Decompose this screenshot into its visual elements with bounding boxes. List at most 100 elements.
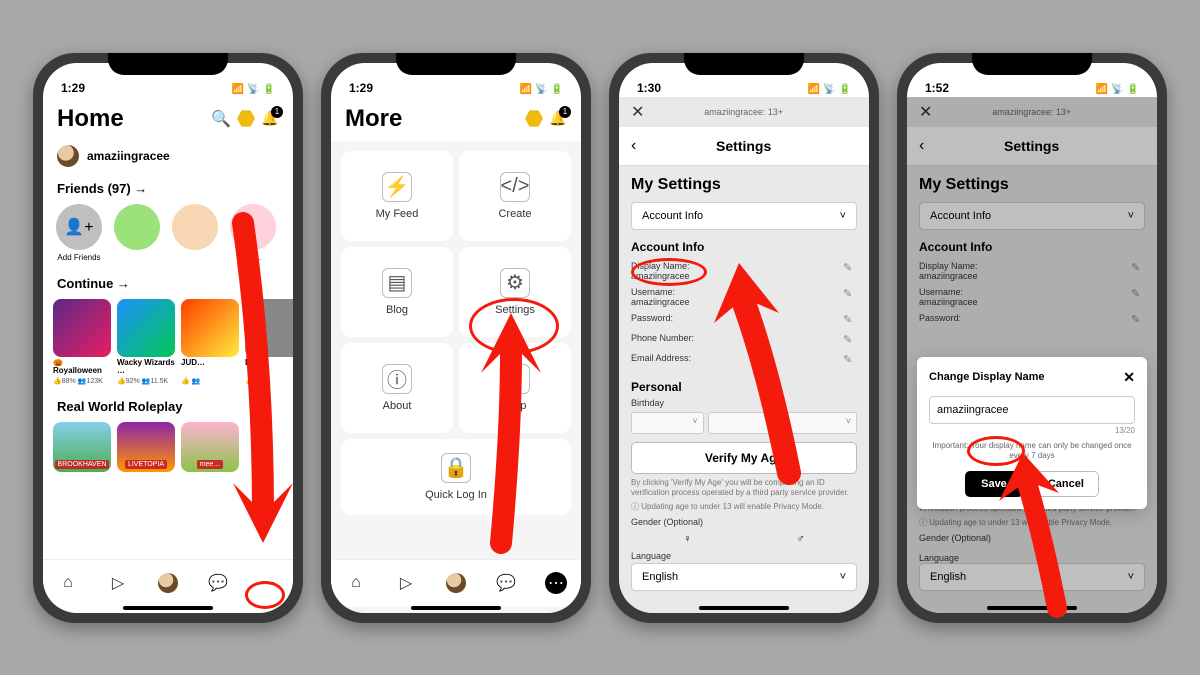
modal-note: Important: Your display name can only be… bbox=[929, 441, 1135, 462]
notifications-icon[interactable]: 1 bbox=[261, 110, 279, 128]
robux-icon[interactable] bbox=[237, 110, 255, 128]
tile-settings[interactable]: ⚙ Settings bbox=[459, 247, 571, 337]
friend-item[interactable]: 👤+Add Friends bbox=[53, 204, 105, 262]
edit-icon[interactable]: ✎ bbox=[1131, 313, 1145, 327]
chevron-down-icon: ˅ bbox=[840, 571, 846, 583]
password-label: Password: bbox=[919, 313, 961, 323]
game-tile[interactable]: D…👍👥 bbox=[245, 299, 293, 385]
nav-more-icon[interactable]: ⋯ bbox=[545, 572, 567, 594]
char-counter: 13/20 bbox=[929, 426, 1135, 435]
bottom-nav: ⌂ ▷ 💬 ⋯ bbox=[331, 559, 581, 607]
wifi-icon: 📡 bbox=[535, 84, 547, 95]
display-name-input[interactable] bbox=[929, 396, 1135, 424]
cancel-button[interactable]: Cancel bbox=[1033, 471, 1099, 497]
language-dropdown[interactable]: English˅ bbox=[919, 563, 1145, 591]
notch bbox=[396, 53, 516, 75]
close-icon[interactable]: ✕ bbox=[631, 102, 644, 122]
tile-blog[interactable]: ▤Blog bbox=[341, 247, 453, 337]
nav-home-icon[interactable]: ⌂ bbox=[57, 572, 79, 594]
gender-female-icon[interactable]: ♀ bbox=[683, 533, 691, 545]
badge: 1 bbox=[271, 106, 283, 118]
nav-avatar-icon[interactable] bbox=[157, 572, 179, 594]
edit-icon[interactable]: ✎ bbox=[843, 261, 857, 275]
edit-icon[interactable]: ✎ bbox=[1131, 287, 1145, 301]
nav-play-icon[interactable]: ▷ bbox=[107, 572, 129, 594]
game-tile[interactable]: BROOKHAVEN bbox=[53, 422, 111, 472]
birthday-year-select[interactable] bbox=[784, 412, 857, 434]
signal-icon: 📶 bbox=[1096, 84, 1108, 95]
tile-help[interactable]: ?Help bbox=[459, 343, 571, 433]
nav-avatar-icon[interactable] bbox=[445, 572, 467, 594]
friend-item[interactable]: 18… bbox=[227, 204, 279, 262]
edit-icon[interactable]: ✎ bbox=[843, 353, 857, 367]
game-tile[interactable]: 🎃Royalloween👍88%👥123K bbox=[53, 299, 111, 385]
home-indicator bbox=[123, 606, 213, 610]
birthday-day-select[interactable] bbox=[708, 412, 781, 434]
tile-label: Help bbox=[504, 400, 527, 412]
battery-icon: 🔋 bbox=[551, 84, 563, 95]
search-icon[interactable]: 🔍 bbox=[211, 109, 231, 129]
signal-icon: 📶 bbox=[520, 84, 532, 95]
gender-male-icon[interactable]: ♂ bbox=[796, 533, 804, 545]
save-button[interactable]: Save bbox=[965, 471, 1023, 497]
birthday-month-select[interactable] bbox=[631, 412, 704, 434]
language-dropdown[interactable]: English˅ bbox=[631, 563, 857, 591]
friends-header[interactable]: Friends (97) → bbox=[43, 171, 293, 200]
phone-4-modal: 1:52 📶📡🔋 ✕ amaziingracee: 13+ ‹ Settings… bbox=[897, 53, 1167, 623]
nav-more-icon[interactable]: ⋯ bbox=[257, 572, 279, 594]
bolt-icon: ⚡ bbox=[382, 172, 412, 202]
age-note: ⓘ Updating age to under 13 will enable P… bbox=[919, 518, 1145, 528]
birthday-label: Birthday bbox=[631, 398, 857, 408]
friend-item[interactable] bbox=[169, 204, 221, 262]
edit-icon[interactable]: ✎ bbox=[843, 333, 857, 347]
game-tile[interactable]: mee… bbox=[181, 422, 239, 472]
continue-header[interactable]: Continue → bbox=[43, 266, 293, 295]
close-icon[interactable]: ✕ bbox=[919, 102, 932, 122]
section-dropdown[interactable]: Account Info˅ bbox=[919, 202, 1145, 230]
tile-label: My Feed bbox=[376, 208, 419, 220]
clock: 1:29 bbox=[349, 81, 373, 95]
signal-icon: 📶 bbox=[808, 84, 820, 95]
game-tile[interactable]: JUD…👍👥 bbox=[181, 299, 239, 385]
modal-close-icon[interactable]: ✕ bbox=[1123, 369, 1135, 386]
language-label: Language bbox=[919, 553, 1145, 563]
gear-icon: ⚙ bbox=[500, 268, 530, 298]
wifi-icon: 📡 bbox=[247, 84, 259, 95]
back-icon[interactable]: ‹ bbox=[919, 137, 924, 155]
modal-title: Change Display Name bbox=[929, 371, 1045, 383]
section-dropdown[interactable]: Account Info˅ bbox=[631, 202, 857, 230]
verify-age-button[interactable]: Verify My Age bbox=[631, 442, 857, 474]
personal-heading: Personal bbox=[631, 380, 857, 394]
edit-icon[interactable]: ✎ bbox=[1131, 261, 1145, 275]
tile-create[interactable]: </>Create bbox=[459, 151, 571, 241]
tile-label: Settings bbox=[495, 304, 535, 316]
display-name-value: amaziingracee bbox=[631, 271, 690, 281]
robux-icon[interactable] bbox=[525, 110, 543, 128]
friend-item[interactable] bbox=[111, 204, 163, 262]
page-title: More bbox=[345, 105, 402, 133]
game-tile[interactable]: LIVETOPIA bbox=[117, 422, 175, 472]
bottom-nav: ⌂ ▷ 💬 ⋯ bbox=[43, 559, 293, 607]
nav-chat-icon[interactable]: 💬 bbox=[207, 572, 229, 594]
nav-chat-icon[interactable]: 💬 bbox=[495, 572, 517, 594]
nav-home-icon[interactable]: ⌂ bbox=[345, 572, 367, 594]
nav-play-icon[interactable]: ▷ bbox=[395, 572, 417, 594]
edit-icon[interactable]: ✎ bbox=[843, 287, 857, 301]
topbar-label: amaziingracee: 13+ bbox=[992, 107, 1071, 117]
username-label[interactable]: amaziingracee bbox=[87, 149, 170, 163]
phone-2-more: 1:29 📶📡 🔋 More 1 ⚡ My Feed </>Create▤Blog ⚙ S… bbox=[321, 53, 591, 623]
avatar[interactable] bbox=[57, 145, 79, 167]
display-name-label: Display Name: bbox=[631, 261, 690, 271]
tile-quick-log-in[interactable]: 🔒Quick Log In bbox=[341, 439, 571, 515]
game-tile[interactable]: Wacky Wizards …👍92%👥11.5K bbox=[117, 299, 175, 385]
page-title: Home bbox=[57, 105, 124, 133]
edit-icon[interactable]: ✎ bbox=[843, 313, 857, 327]
email-label: Email Address: bbox=[631, 353, 691, 363]
signal-icon: 📶 bbox=[232, 84, 244, 95]
tile-about[interactable]: ⓘAbout bbox=[341, 343, 453, 433]
notifications-icon[interactable]: 1 bbox=[549, 110, 567, 128]
username-value: amaziingracee bbox=[631, 297, 690, 307]
chevron-down-icon: ˅ bbox=[1128, 210, 1134, 222]
tile-my-feed[interactable]: ⚡ My Feed bbox=[341, 151, 453, 241]
realworld-header[interactable]: Real World Roleplay bbox=[43, 389, 293, 418]
